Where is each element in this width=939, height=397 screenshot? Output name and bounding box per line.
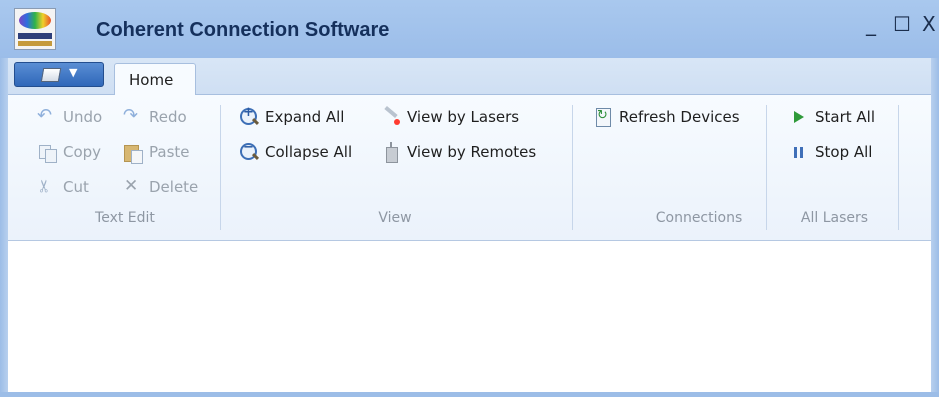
group-separator [220, 105, 221, 230]
copy-button[interactable]: Copy [37, 140, 101, 164]
application-menu-button[interactable]: ▼ [14, 62, 104, 87]
app-window: Coherent Connection Software _ ☐ X ▼ Hom… [0, 0, 939, 397]
refresh-devices-button[interactable]: Refresh Devices [593, 105, 740, 129]
view-by-lasers-label: View by Lasers [407, 108, 520, 126]
cut-button[interactable]: Cut [37, 175, 89, 199]
group-separator [898, 105, 899, 230]
group-label-view: View [378, 210, 412, 226]
stop-all-label: Stop All [815, 143, 873, 161]
zoom-in-icon: + [239, 105, 259, 127]
view-by-remotes-button[interactable]: View by Remotes [381, 140, 536, 164]
coherent-logo-icon [14, 8, 56, 50]
remote-icon [381, 142, 401, 163]
scissors-icon [37, 177, 57, 197]
tab-home[interactable]: Home [114, 63, 196, 96]
expand-all-label: Expand All [265, 108, 345, 126]
main-content-area[interactable] [0, 242, 939, 397]
undo-button[interactable]: Undo [37, 105, 102, 129]
start-all-button[interactable]: Start All [789, 105, 875, 129]
close-button[interactable]: X [922, 12, 939, 42]
start-all-label: Start All [815, 108, 876, 126]
collapse-all-label: Collapse All [265, 143, 353, 161]
view-by-remotes-label: View by Remotes [407, 143, 537, 161]
paste-button[interactable]: Paste [123, 140, 190, 164]
application-menu-icon [40, 68, 62, 82]
title-bar[interactable]: Coherent Connection Software _ ☐ X [0, 0, 939, 58]
cut-label: Cut [63, 178, 89, 196]
expand-all-button[interactable]: + Expand All [239, 105, 344, 129]
play-icon [789, 107, 809, 127]
group-label-all-lasers: All Lasers [800, 210, 869, 226]
ribbon-tab-strip: ▼ Home [0, 58, 939, 96]
ribbon: Undo Redo Copy Paste Cut Delete Text Edi… [0, 95, 939, 241]
collapse-all-button[interactable]: − Collapse All [239, 140, 352, 164]
paste-label: Paste [149, 143, 190, 161]
pause-icon [789, 142, 809, 162]
x-icon [123, 176, 143, 197]
refresh-devices-label: Refresh Devices [619, 108, 740, 126]
window-frame-bottom [0, 392, 939, 397]
window-frame-right [931, 58, 939, 397]
maximize-button[interactable]: ☐ [893, 12, 913, 42]
paste-icon [123, 142, 143, 164]
group-label-connections: Connections [655, 210, 743, 226]
group-label-text-edit: Text Edit [95, 210, 155, 226]
delete-label: Delete [149, 178, 199, 196]
zoom-out-icon: − [239, 140, 259, 162]
group-separator [766, 105, 767, 230]
redo-button[interactable]: Redo [123, 105, 187, 129]
chevron-down-icon: ▼ [69, 66, 78, 79]
undo-label: Undo [63, 108, 103, 126]
copy-icon [37, 142, 57, 163]
copy-label: Copy [63, 143, 102, 161]
minimize-button[interactable]: _ [866, 12, 886, 42]
group-separator [572, 105, 573, 230]
tab-home-label: Home [129, 71, 174, 89]
view-by-lasers-button[interactable]: View by Lasers [381, 105, 519, 129]
refresh-document-icon [593, 107, 613, 127]
undo-icon [37, 105, 57, 127]
redo-label: Redo [149, 108, 187, 126]
laser-icon [381, 107, 401, 127]
stop-all-button[interactable]: Stop All [789, 140, 872, 164]
window-title: Coherent Connection Software [96, 19, 390, 41]
redo-icon [123, 105, 143, 127]
delete-button[interactable]: Delete [123, 175, 198, 199]
window-frame-left [0, 58, 8, 397]
